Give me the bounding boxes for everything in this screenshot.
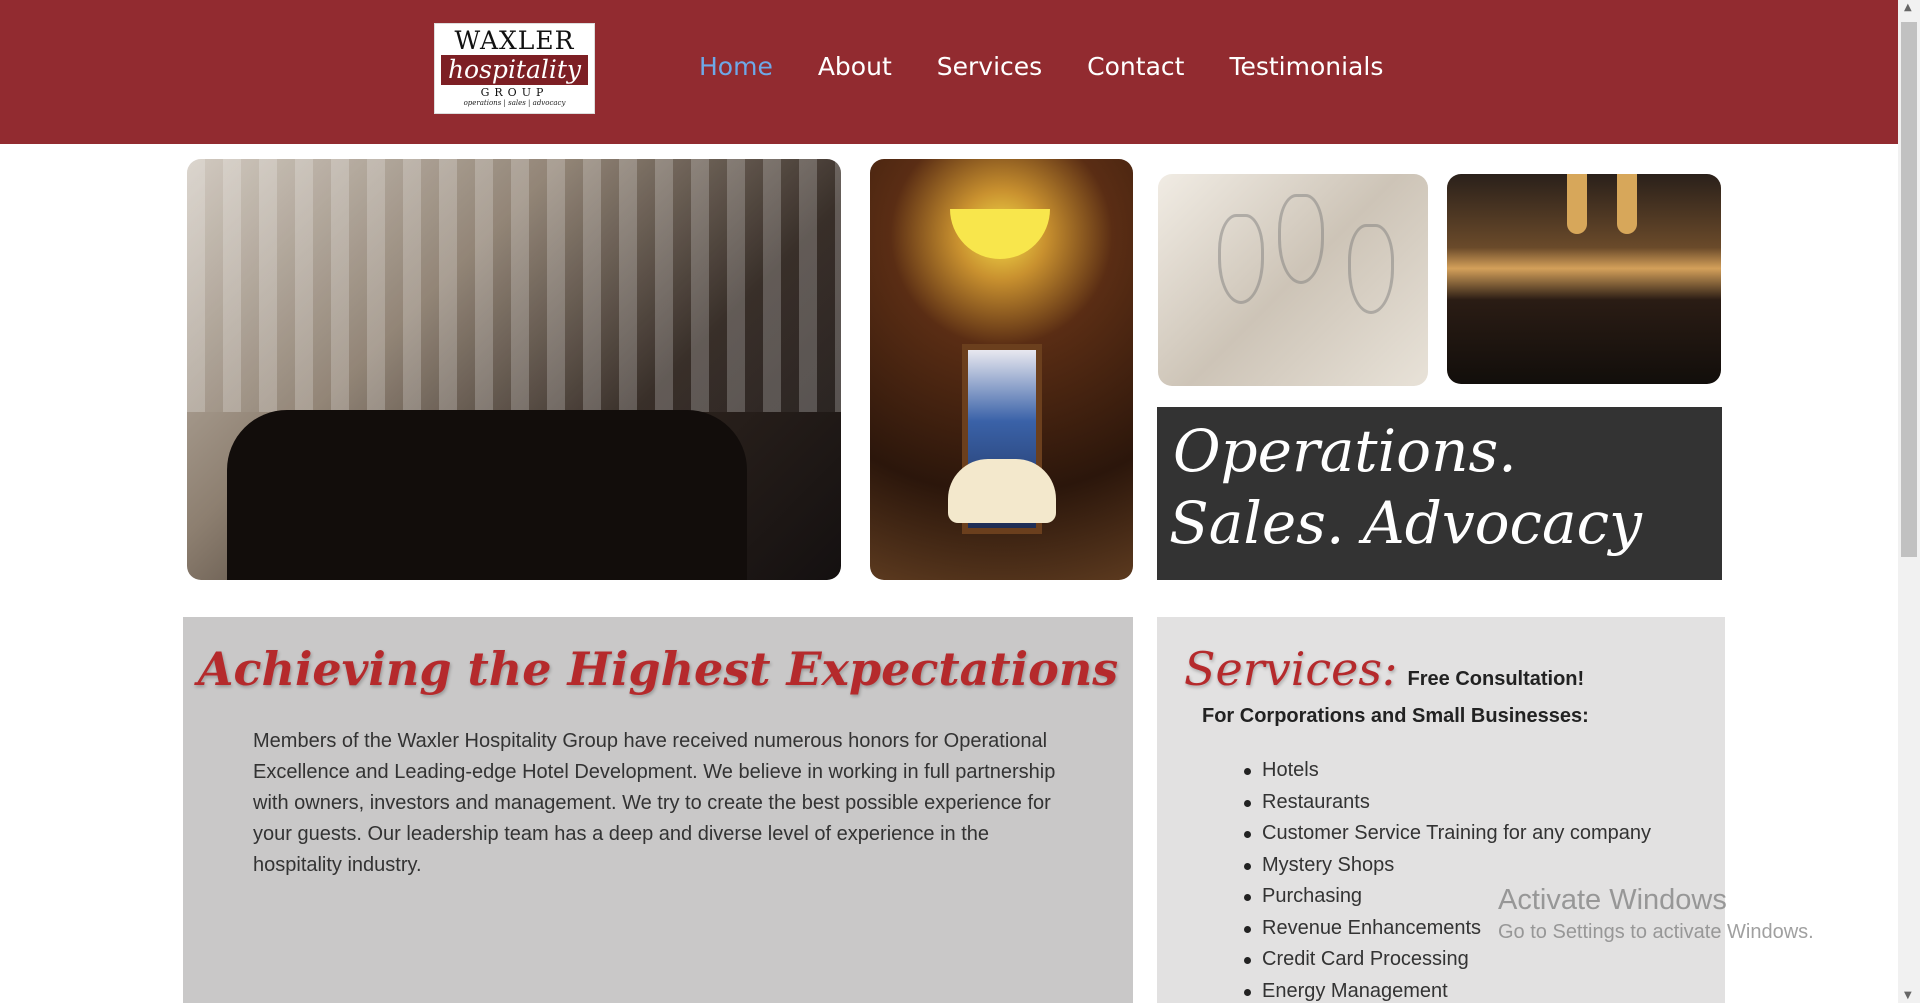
tagline-line-1: Operations.: [1173, 417, 1517, 485]
services-panel: Services: Free Consultation! For Corpora…: [1157, 617, 1725, 1003]
services-title: Services:: [1184, 642, 1398, 696]
list-item: Mystery Shops: [1243, 850, 1651, 882]
activate-windows-watermark: Activate Windows Go to Settings to activ…: [1498, 884, 1814, 944]
watermark-subtitle: Go to Settings to activate Windows.: [1498, 921, 1814, 943]
nav-contact[interactable]: Contact: [1087, 52, 1184, 81]
vertical-scrollbar[interactable]: ▲ ▼: [1898, 0, 1920, 1003]
logo-line-3: GROUP: [480, 86, 549, 99]
nav-services[interactable]: Services: [937, 52, 1042, 81]
logo-line-4: operations | sales | advocacy: [463, 99, 566, 107]
glassware-photo: [1158, 174, 1428, 386]
list-item: Restaurants: [1243, 787, 1651, 819]
ballroom-photo: [870, 159, 1133, 580]
list-item: Credit Card Processing: [1243, 944, 1651, 976]
services-list: Hotels Restaurants Customer Service Trai…: [1243, 755, 1651, 1003]
intro-heading: Achieving the Highest Expectations: [197, 642, 1119, 696]
list-item: Customer Service Training for any compan…: [1243, 818, 1651, 850]
services-header: Services: Free Consultation!: [1184, 642, 1584, 696]
scroll-up-icon[interactable]: ▲: [1904, 2, 1912, 13]
intro-panel: Achieving the Highest Expectations Membe…: [183, 617, 1133, 1003]
tagline-line-2: Sales. Advocacy: [1169, 489, 1642, 557]
main-nav: Home About Services Contact Testimonials: [699, 52, 1383, 81]
nav-about[interactable]: About: [818, 52, 892, 81]
services-subtitle: For Corporations and Small Businesses:: [1202, 705, 1589, 727]
nav-testimonials[interactable]: Testimonials: [1229, 52, 1383, 81]
company-logo[interactable]: WAXLER hospitality GROUP operations | sa…: [434, 23, 595, 114]
site-header: WAXLER hospitality GROUP operations | sa…: [0, 0, 1898, 144]
intro-body: Members of the Waxler Hospitality Group …: [253, 730, 1056, 876]
watermark-title: Activate Windows: [1498, 884, 1727, 916]
lounge-photo: [187, 159, 841, 580]
tagline-banner: Operations. Sales. Advocacy: [1157, 407, 1722, 580]
free-consultation-label: Free Consultation!: [1407, 668, 1585, 690]
scroll-down-icon[interactable]: ▼: [1904, 990, 1912, 1001]
scroll-thumb[interactable]: [1901, 22, 1917, 557]
list-item: Energy Management: [1243, 976, 1651, 1003]
logo-line-2: hospitality: [441, 55, 588, 85]
list-item: Hotels: [1243, 755, 1651, 787]
nav-home[interactable]: Home: [699, 52, 773, 81]
logo-line-1: WAXLER: [454, 26, 575, 55]
restaurant-photo: [1447, 174, 1721, 384]
